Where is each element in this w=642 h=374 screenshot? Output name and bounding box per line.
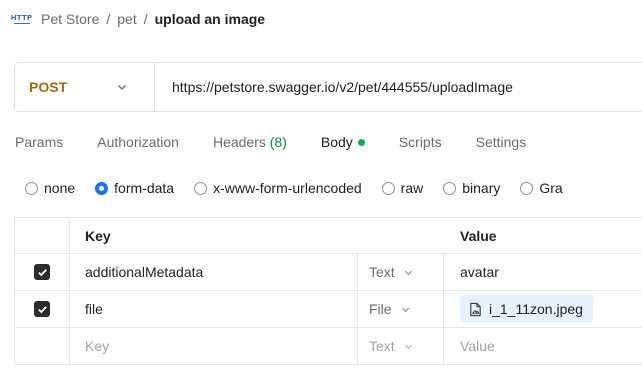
tab-scripts[interactable]: Scripts xyxy=(399,134,442,150)
row-checkbox[interactable] xyxy=(34,301,50,317)
radio-selected-icon xyxy=(95,181,109,195)
radio-circle-icon xyxy=(194,181,208,195)
key-input[interactable]: file xyxy=(70,291,358,327)
breadcrumb-collection[interactable]: Pet Store xyxy=(41,11,99,27)
chevron-down-icon xyxy=(118,85,126,90)
checkmark-icon xyxy=(37,305,47,313)
file-chip[interactable]: i_1_11zon.jpeg xyxy=(460,295,593,323)
table-row: file File i_1_11zon.jpeg xyxy=(15,291,642,328)
column-header-key: Key xyxy=(85,227,111,244)
file-image-icon xyxy=(470,302,481,316)
method-select[interactable]: POST xyxy=(15,63,155,111)
breadcrumb-separator: / xyxy=(143,11,148,27)
method-label: POST xyxy=(29,79,68,95)
chevron-down-icon xyxy=(404,344,412,349)
radio-circle-icon xyxy=(520,181,534,195)
radio-circle-icon xyxy=(25,181,38,195)
chevron-down-icon xyxy=(401,307,409,312)
tab-body[interactable]: Body xyxy=(321,134,365,150)
breadcrumb-separator: / xyxy=(106,11,111,27)
type-select[interactable]: Text xyxy=(358,328,444,364)
table-row-empty: Key Text Value xyxy=(15,328,642,365)
radio-raw[interactable]: raw xyxy=(381,180,423,196)
radio-graphql[interactable]: Gra xyxy=(520,180,563,196)
form-data-table: Key Value additionalMetadata Text avatar… xyxy=(14,217,642,365)
radio-circle-icon xyxy=(381,181,395,195)
radio-x-www-form-urlencoded[interactable]: x-www-form-urlencoded xyxy=(194,180,362,196)
radio-binary[interactable]: binary xyxy=(443,180,500,196)
column-header-value: Value xyxy=(460,227,497,244)
table-row: additionalMetadata Text avatar xyxy=(15,254,642,291)
radio-none[interactable]: none xyxy=(25,180,75,196)
table-header: Key Value xyxy=(15,218,642,254)
tab-authorization[interactable]: Authorization xyxy=(97,134,179,150)
headers-count: (8) xyxy=(269,134,287,150)
active-indicator-dot xyxy=(357,138,365,146)
file-name: i_1_11zon.jpeg xyxy=(489,301,583,317)
type-select[interactable]: File xyxy=(358,291,444,327)
url-input[interactable]: https://petstore.swagger.io/v2/pet/44455… xyxy=(155,79,513,95)
value-input[interactable]: Value xyxy=(444,328,642,364)
breadcrumb-folder[interactable]: pet xyxy=(117,11,136,27)
radio-form-data[interactable]: form-data xyxy=(95,180,174,196)
chevron-down-icon xyxy=(404,270,412,275)
key-input[interactable]: additionalMetadata xyxy=(70,254,358,290)
url-bar: POST https://petstore.swagger.io/v2/pet/… xyxy=(14,62,642,112)
row-checkbox[interactable] xyxy=(34,264,50,280)
tab-params[interactable]: Params xyxy=(15,134,63,150)
type-select[interactable]: Text xyxy=(358,254,444,290)
radio-circle-icon xyxy=(443,181,457,195)
breadcrumb: HTTP Pet Store / pet / upload an image xyxy=(11,9,265,29)
checkmark-icon xyxy=(37,268,47,276)
http-icon: HTTP xyxy=(11,12,32,26)
request-tabs: Params Authorization Headers (8) Body Sc… xyxy=(15,132,560,152)
tab-settings[interactable]: Settings xyxy=(476,134,527,150)
tab-headers[interactable]: Headers (8) xyxy=(213,134,287,150)
key-input[interactable]: Key xyxy=(70,328,358,364)
value-input[interactable]: avatar xyxy=(444,254,642,290)
body-type-options: none form-data x-www-form-urlencoded raw… xyxy=(25,178,583,198)
request-name[interactable]: upload an image xyxy=(155,11,265,27)
